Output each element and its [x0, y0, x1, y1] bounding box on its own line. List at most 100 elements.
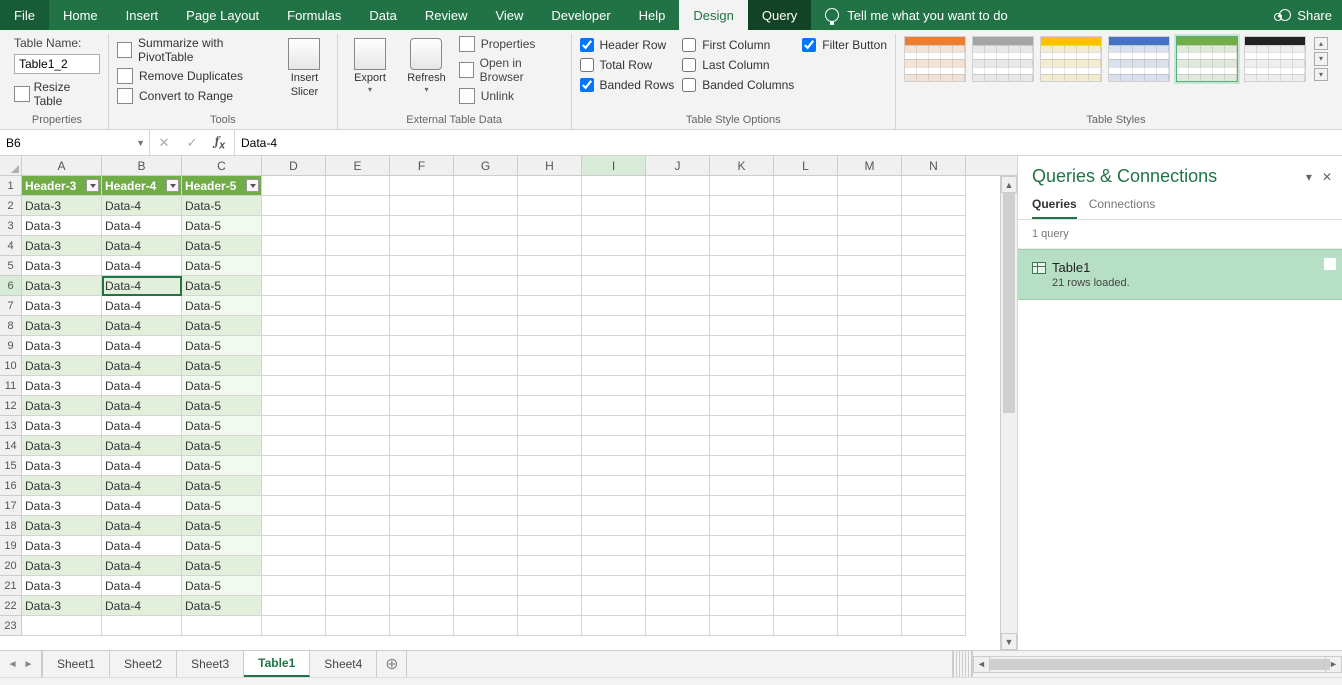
- column-header[interactable]: G: [454, 156, 518, 175]
- header-row-check[interactable]: Header Row: [580, 38, 675, 52]
- scroll-up-icon[interactable]: ▲: [1001, 176, 1017, 193]
- cell[interactable]: [454, 516, 518, 536]
- total-row-checkbox[interactable]: [580, 58, 594, 72]
- cell[interactable]: [454, 296, 518, 316]
- column-header[interactable]: E: [326, 156, 390, 175]
- cell[interactable]: [710, 376, 774, 396]
- column-header[interactable]: N: [902, 156, 966, 175]
- cell[interactable]: [582, 296, 646, 316]
- select-all-corner[interactable]: [0, 156, 22, 175]
- cell[interactable]: [262, 496, 326, 516]
- cell[interactable]: [710, 276, 774, 296]
- cell[interactable]: Data-5: [182, 576, 262, 596]
- filter-dropdown-icon[interactable]: [166, 179, 179, 192]
- row-header[interactable]: 19: [0, 536, 22, 556]
- cell[interactable]: [646, 536, 710, 556]
- tab-developer[interactable]: Developer: [537, 0, 624, 30]
- cell[interactable]: Data-4: [102, 196, 182, 216]
- cell[interactable]: [582, 596, 646, 616]
- sheet-tab-sheet2[interactable]: Sheet2: [110, 651, 177, 677]
- column-header[interactable]: A: [22, 156, 102, 175]
- row-header[interactable]: 15: [0, 456, 22, 476]
- cell[interactable]: [902, 336, 966, 356]
- cell[interactable]: Data-4: [102, 216, 182, 236]
- cell[interactable]: [326, 576, 390, 596]
- cell[interactable]: [262, 476, 326, 496]
- cell[interactable]: [774, 536, 838, 556]
- cell[interactable]: [838, 276, 902, 296]
- cell[interactable]: [262, 356, 326, 376]
- cell[interactable]: [646, 256, 710, 276]
- cell[interactable]: [262, 276, 326, 296]
- cell[interactable]: [326, 276, 390, 296]
- filter-dropdown-icon[interactable]: [86, 179, 99, 192]
- cell[interactable]: [582, 356, 646, 376]
- cell[interactable]: [902, 296, 966, 316]
- cell[interactable]: [646, 376, 710, 396]
- cell[interactable]: [262, 316, 326, 336]
- cell[interactable]: [838, 376, 902, 396]
- gallery-scroll[interactable]: ▴▾▾: [1314, 36, 1328, 82]
- table-style-swatch[interactable]: [1244, 36, 1306, 82]
- row-header[interactable]: 7: [0, 296, 22, 316]
- cell[interactable]: [262, 296, 326, 316]
- cell[interactable]: [518, 496, 582, 516]
- cell[interactable]: [838, 216, 902, 236]
- cell[interactable]: [646, 236, 710, 256]
- cell[interactable]: [390, 516, 454, 536]
- cell[interactable]: [390, 316, 454, 336]
- cell[interactable]: [838, 596, 902, 616]
- cell[interactable]: [710, 516, 774, 536]
- cell[interactable]: Data-3: [22, 436, 102, 456]
- fx-icon[interactable]: fx: [206, 134, 234, 152]
- row-header[interactable]: 18: [0, 516, 22, 536]
- cell[interactable]: [838, 176, 902, 196]
- cell[interactable]: [518, 376, 582, 396]
- cell[interactable]: Data-3: [22, 196, 102, 216]
- cell[interactable]: [454, 536, 518, 556]
- cell[interactable]: [518, 316, 582, 336]
- cell[interactable]: [326, 196, 390, 216]
- cell[interactable]: Data-3: [22, 236, 102, 256]
- cell[interactable]: [774, 396, 838, 416]
- cell[interactable]: [326, 296, 390, 316]
- cell[interactable]: [454, 216, 518, 236]
- cell[interactable]: [774, 376, 838, 396]
- cell[interactable]: [710, 236, 774, 256]
- export-button[interactable]: Export ▾: [346, 34, 394, 95]
- cell[interactable]: [582, 556, 646, 576]
- cell[interactable]: [454, 456, 518, 476]
- cell[interactable]: [710, 256, 774, 276]
- cell[interactable]: [326, 536, 390, 556]
- cell[interactable]: [262, 396, 326, 416]
- summarize-pivot-button[interactable]: Summarize with PivotTable: [117, 36, 272, 64]
- cell[interactable]: Data-3: [22, 276, 102, 296]
- cell[interactable]: Data-5: [182, 336, 262, 356]
- cell[interactable]: [518, 196, 582, 216]
- row-header[interactable]: 4: [0, 236, 22, 256]
- cell[interactable]: [774, 256, 838, 276]
- cell[interactable]: Data-5: [182, 536, 262, 556]
- cell[interactable]: [838, 556, 902, 576]
- cell[interactable]: Data-3: [22, 376, 102, 396]
- cell[interactable]: [646, 476, 710, 496]
- filter-dropdown-icon[interactable]: [246, 179, 259, 192]
- cell[interactable]: [838, 496, 902, 516]
- cell[interactable]: [838, 516, 902, 536]
- cell[interactable]: [710, 496, 774, 516]
- cell[interactable]: Data-5: [182, 236, 262, 256]
- cell[interactable]: [390, 176, 454, 196]
- cell[interactable]: Data-3: [22, 256, 102, 276]
- cell[interactable]: [390, 336, 454, 356]
- pane-tab-connections[interactable]: Connections: [1089, 193, 1156, 219]
- remove-duplicates-button[interactable]: Remove Duplicates: [117, 68, 272, 84]
- cell[interactable]: [518, 596, 582, 616]
- cell[interactable]: [454, 236, 518, 256]
- cell[interactable]: [838, 316, 902, 336]
- cell[interactable]: [582, 196, 646, 216]
- cell[interactable]: [838, 416, 902, 436]
- convert-range-button[interactable]: Convert to Range: [117, 88, 272, 104]
- cell[interactable]: [902, 236, 966, 256]
- cell[interactable]: Data-3: [22, 536, 102, 556]
- cell[interactable]: Data-4: [102, 536, 182, 556]
